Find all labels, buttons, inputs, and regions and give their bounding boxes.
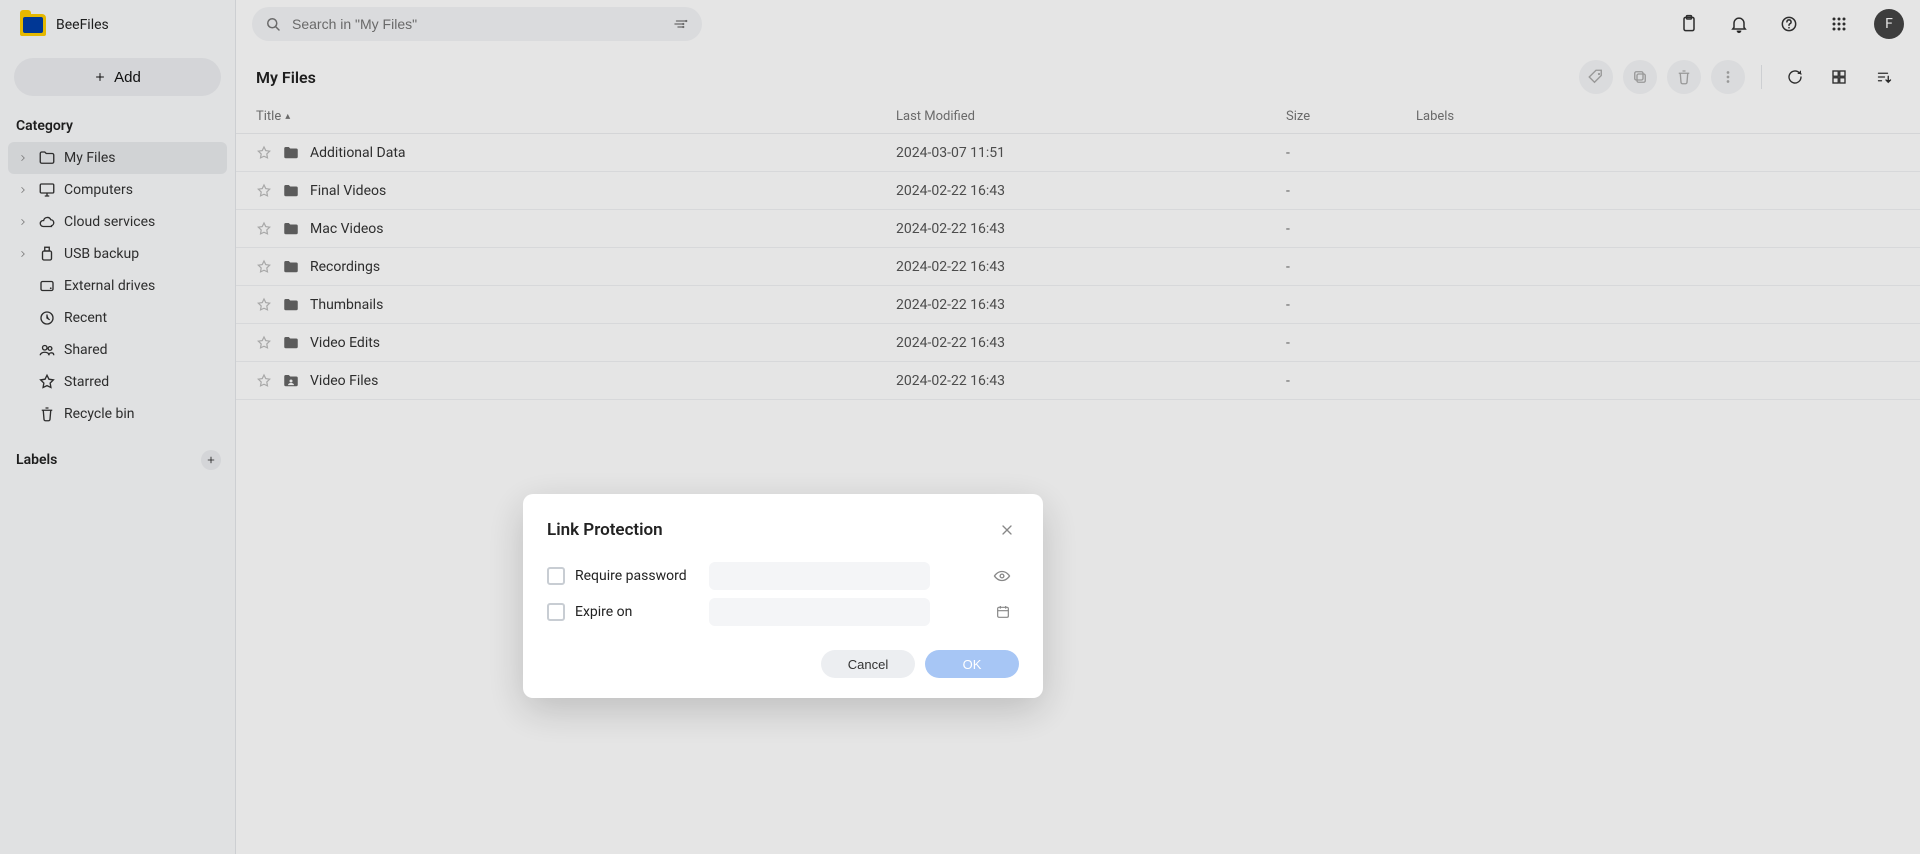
expire-date-input[interactable] — [709, 598, 930, 626]
toggle-password-visibility[interactable] — [993, 567, 1011, 585]
modal-close-button[interactable] — [995, 518, 1019, 542]
calendar-icon — [995, 604, 1011, 620]
cancel-button[interactable]: Cancel — [821, 650, 915, 678]
open-date-picker[interactable] — [995, 604, 1011, 620]
expire-on-row: Expire on — [547, 598, 1019, 626]
require-password-label: Require password — [575, 568, 687, 584]
require-password-row: Require password — [547, 562, 1019, 590]
close-icon — [999, 522, 1015, 538]
require-password-checkbox[interactable] — [547, 567, 565, 585]
ok-button[interactable]: OK — [925, 650, 1019, 678]
eye-icon — [993, 567, 1011, 585]
modal-header: Link Protection — [547, 518, 1019, 542]
modal-title: Link Protection — [547, 520, 663, 540]
expire-on-label: Expire on — [575, 604, 632, 620]
expire-on-checkbox[interactable] — [547, 603, 565, 621]
modal-overlay[interactable] — [0, 0, 1920, 854]
modal-footer: Cancel OK — [547, 650, 1019, 678]
link-protection-modal: Link Protection Require password Expire … — [523, 494, 1043, 698]
password-input[interactable] — [709, 562, 930, 590]
